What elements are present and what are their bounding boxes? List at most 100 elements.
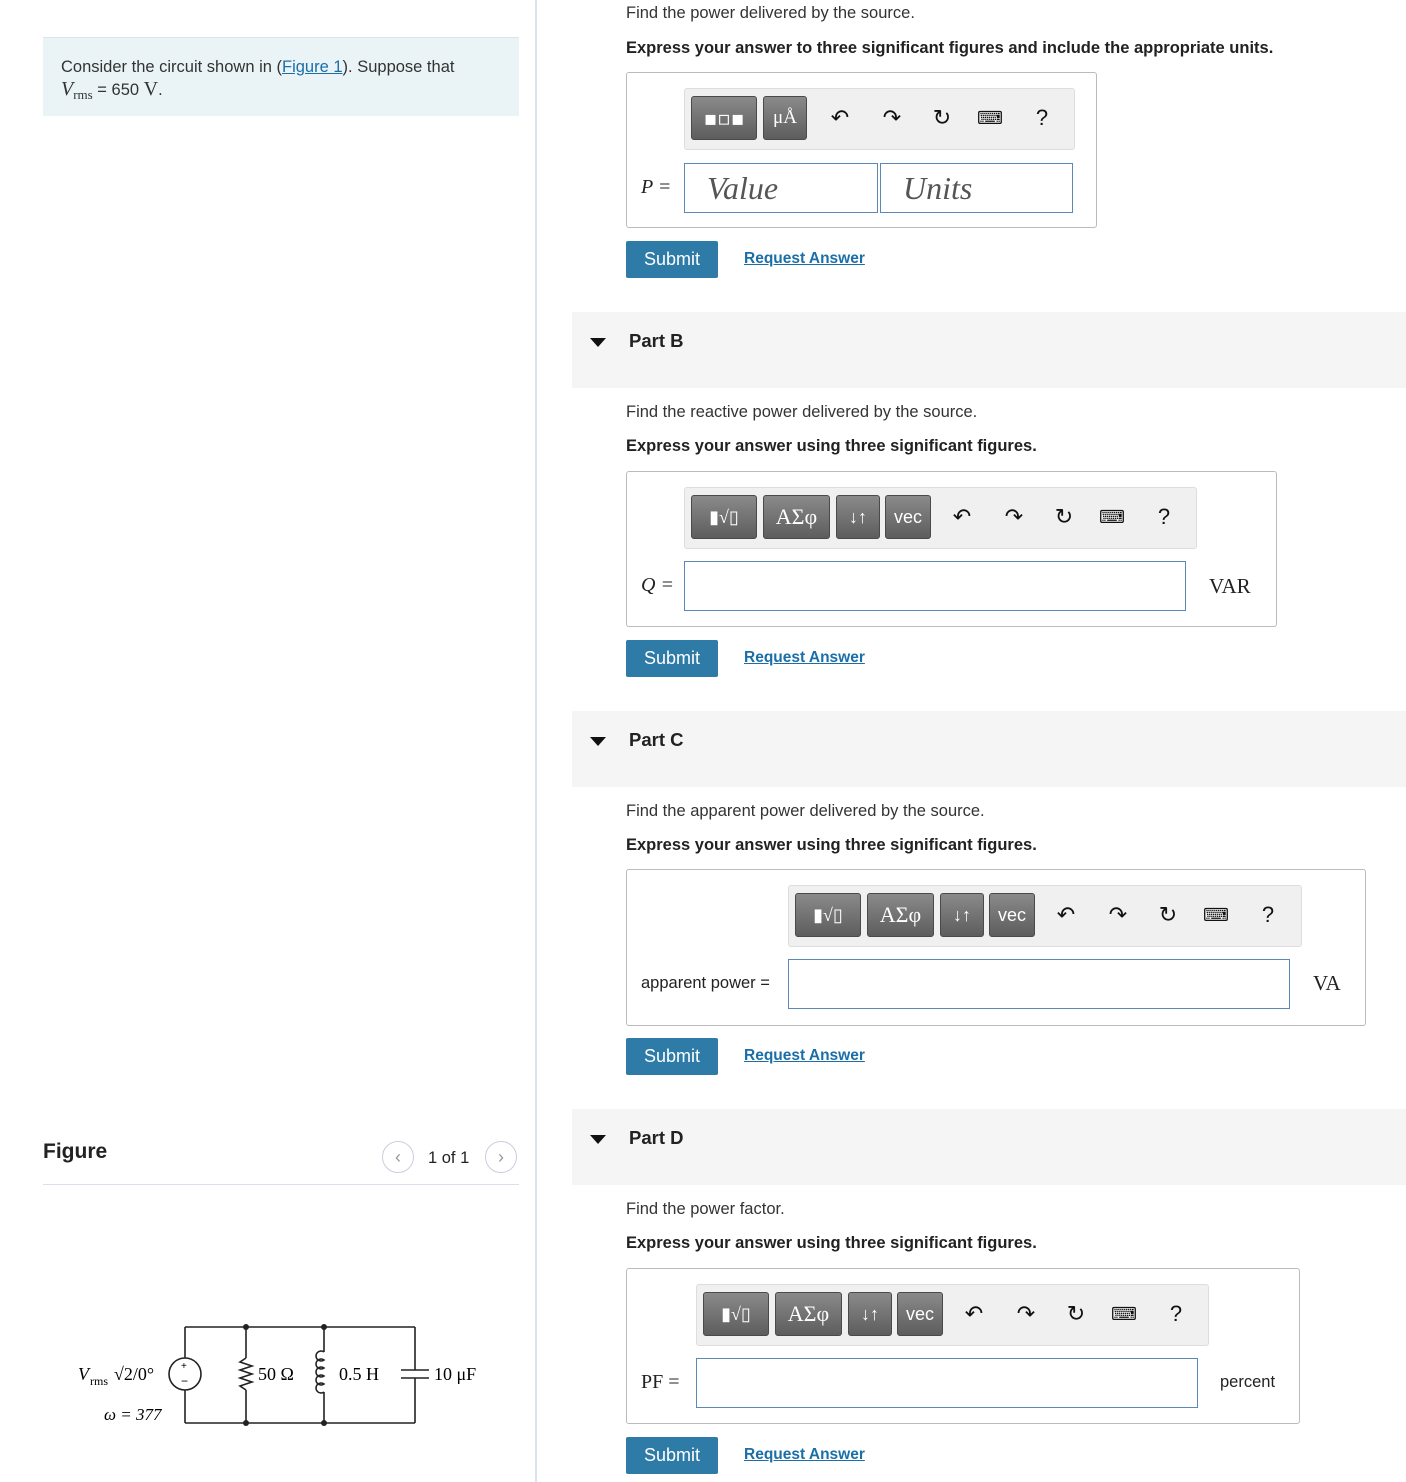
keyboard-icon[interactable]: ⌨ [1097, 502, 1127, 532]
partC-request-answer-link[interactable]: Request Answer [744, 1047, 865, 1065]
partA-toolbar: ▪▫▪ μÅ ↶ ↷ ↻ ⌨ ? [684, 88, 1075, 150]
math-template-button[interactable]: ▮√▯ [795, 893, 861, 937]
partC-answer-input[interactable] [788, 959, 1290, 1009]
sort-button[interactable]: ↓↑ [940, 893, 984, 937]
template-button[interactable]: ▪▫▪ [691, 96, 757, 140]
math-template-button[interactable]: ▮√▯ [703, 1292, 769, 1336]
svg-text:−: − [181, 1374, 188, 1388]
chevron-left-icon: ‹ [395, 1146, 401, 1167]
partB-submit-button[interactable]: Submit [626, 640, 718, 677]
sqrt-template-icon: ▮√▯ [709, 506, 739, 527]
undo-icon[interactable]: ↶ [825, 103, 855, 133]
partA-value-input[interactable]: Value [684, 163, 878, 213]
redo-icon[interactable]: ↷ [877, 103, 907, 133]
redo-icon[interactable]: ↷ [1011, 1299, 1041, 1329]
partD-title: Part D [629, 1127, 684, 1148]
keyboard-icon[interactable]: ⌨ [975, 103, 1005, 133]
circuit-diagram: + − V rms √2/0° ω = 377 50 Ω 0.5 H 10 μF [78, 1324, 476, 1426]
caret-down-icon [590, 338, 606, 347]
partB-answer-box: ▮√▯ ΑΣφ ↓↑ vec ↶ ↷ ↻ ⌨ ? Q = VAR [626, 471, 1277, 627]
help-icon[interactable]: ? [1027, 103, 1057, 133]
partB-label: Q = [641, 574, 674, 596]
figure-link[interactable]: Figure 1 [282, 58, 343, 76]
resistor-label: 50 Ω [258, 1364, 294, 1384]
partB-instruction: Express your answer using three signific… [626, 437, 1037, 455]
vrms-period: . [158, 81, 163, 99]
units-placeholder: Units [903, 170, 973, 206]
partD-answer-input[interactable] [696, 1358, 1198, 1408]
problem-statement: Consider the circuit shown in (Figure 1)… [43, 37, 519, 116]
vrms-unit: V [143, 78, 159, 100]
partD-answer-box: ▮√▯ ΑΣφ ↓↑ vec ↶ ↷ ↻ ⌨ ? PF = percent [626, 1268, 1300, 1424]
partA-submit-button[interactable]: Submit [626, 241, 718, 278]
reset-icon[interactable]: ↻ [1061, 1299, 1091, 1329]
next-figure-button[interactable]: › [485, 1141, 517, 1173]
template-icon: ▪▫▪ [703, 106, 745, 130]
vec-button[interactable]: vec [885, 495, 931, 539]
greek-button[interactable]: ΑΣφ [867, 893, 934, 937]
reset-icon[interactable]: ↻ [1153, 900, 1183, 930]
vrms-var: V [61, 78, 74, 100]
vec-button[interactable]: vec [897, 1292, 943, 1336]
redo-icon[interactable]: ↷ [1103, 900, 1133, 930]
sort-button[interactable]: ↓↑ [848, 1292, 892, 1336]
help-icon[interactable]: ? [1149, 502, 1179, 532]
source-label-sub: rms [90, 1374, 108, 1388]
units-button[interactable]: μÅ [763, 96, 807, 140]
undo-icon[interactable]: ↶ [1051, 900, 1081, 930]
partD-header[interactable]: Part D [572, 1109, 1406, 1185]
partB-title: Part B [629, 330, 684, 351]
chevron-right-icon: › [498, 1146, 504, 1167]
sort-button[interactable]: ↓↑ [836, 495, 880, 539]
omega-label: ω = 377 [104, 1405, 163, 1424]
pane-divider[interactable] [535, 0, 537, 1482]
help-icon[interactable]: ? [1253, 900, 1283, 930]
caret-down-icon [590, 737, 606, 746]
partB-header[interactable]: Part B [572, 312, 1406, 388]
figure-pager: 1 of 1 [428, 1149, 470, 1167]
redo-icon[interactable]: ↷ [999, 502, 1029, 532]
partC-header[interactable]: Part C [572, 711, 1406, 787]
math-template-button[interactable]: ▮√▯ [691, 495, 757, 539]
partB-toolbar: ▮√▯ ΑΣφ ↓↑ vec ↶ ↷ ↻ ⌨ ? [684, 487, 1197, 549]
partD-submit-button[interactable]: Submit [626, 1437, 718, 1474]
keyboard-icon[interactable]: ⌨ [1201, 900, 1231, 930]
greek-button[interactable]: ΑΣφ [763, 495, 830, 539]
value-placeholder: Value [707, 170, 779, 206]
sqrt-template-icon: ▮√▯ [813, 904, 843, 925]
partA-label: P = [641, 176, 672, 198]
partC-question: Find the apparent power delivered by the… [626, 802, 985, 820]
partA-units-input[interactable]: Units [880, 163, 1073, 213]
partD-question: Find the power factor. [626, 1200, 785, 1218]
partB-answer-input[interactable] [684, 561, 1186, 611]
undo-icon[interactable]: ↶ [959, 1299, 989, 1329]
svg-text:+: + [181, 1361, 187, 1372]
vrms-equals: = 650 [92, 81, 144, 99]
partC-submit-button[interactable]: Submit [626, 1038, 718, 1075]
partA-instruction: Express your answer to three significant… [626, 39, 1274, 57]
capacitor-label: 10 μF [434, 1364, 476, 1384]
reset-icon[interactable]: ↻ [1049, 502, 1079, 532]
vec-button[interactable]: vec [989, 893, 1035, 937]
figure-title: Figure [43, 1140, 108, 1163]
reset-icon[interactable]: ↻ [927, 103, 957, 133]
prev-figure-button[interactable]: ‹ [382, 1141, 414, 1173]
source-label-phasor: √2/0° [114, 1364, 154, 1384]
caret-down-icon [590, 1135, 606, 1144]
figure-divider [43, 1184, 519, 1185]
partA-question: Find the power delivered by the source. [626, 4, 915, 22]
problem-text: Consider the circuit shown in ( [61, 58, 283, 76]
partB-unit: VAR [1209, 574, 1251, 598]
undo-icon[interactable]: ↶ [947, 502, 977, 532]
partC-title: Part C [629, 729, 684, 750]
vrms-sub: rms [73, 87, 93, 102]
partD-request-answer-link[interactable]: Request Answer [744, 1446, 865, 1464]
partD-instruction: Express your answer using three signific… [626, 1234, 1037, 1252]
partC-label: apparent power = [641, 974, 770, 992]
keyboard-icon[interactable]: ⌨ [1109, 1299, 1139, 1329]
partA-request-answer-link[interactable]: Request Answer [744, 250, 865, 268]
greek-button[interactable]: ΑΣφ [775, 1292, 842, 1336]
partB-request-answer-link[interactable]: Request Answer [744, 649, 865, 667]
help-icon[interactable]: ? [1161, 1299, 1191, 1329]
partC-toolbar: ▮√▯ ΑΣφ ↓↑ vec ↶ ↷ ↻ ⌨ ? [788, 885, 1302, 947]
